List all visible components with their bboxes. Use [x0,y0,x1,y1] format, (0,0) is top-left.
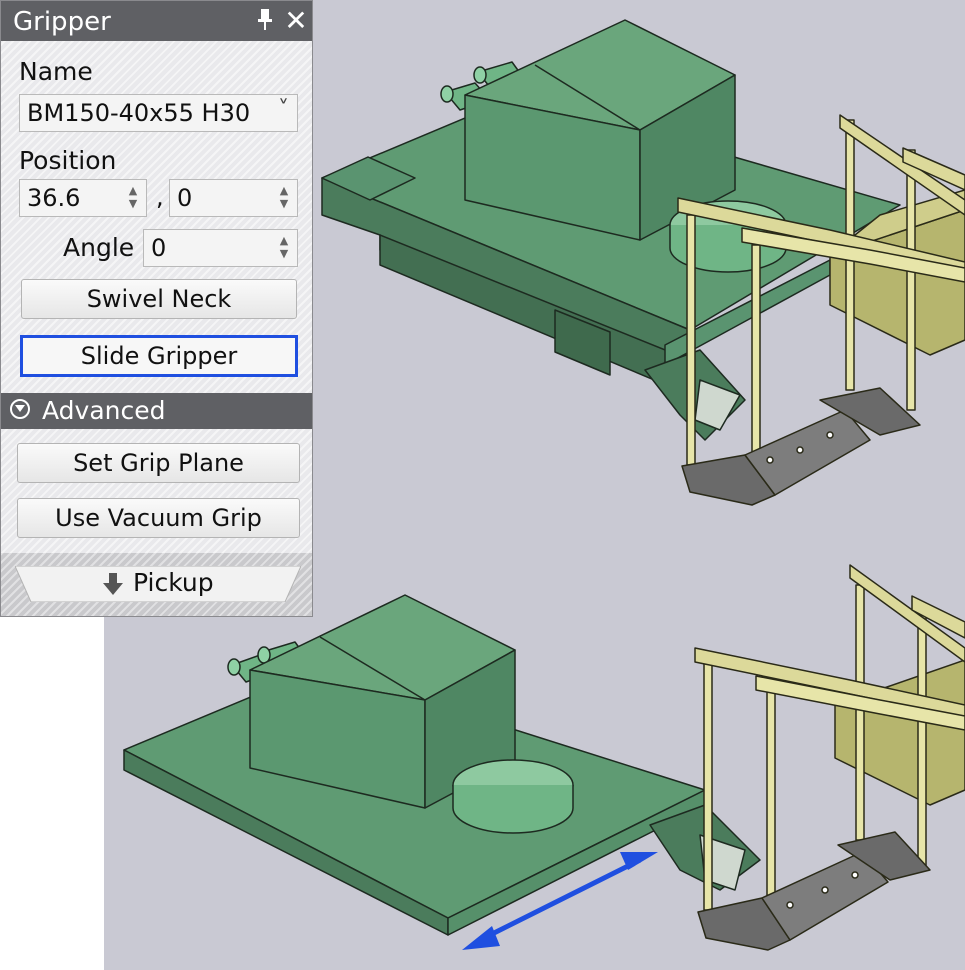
name-value: BM150-40x55 H30 [27,99,251,127]
swivel-neck-button[interactable]: Swivel Neck [21,279,297,319]
pickup-button[interactable]: Pickup [15,566,301,602]
advanced-section-header[interactable]: Advanced [1,393,312,429]
name-label: Name [19,57,93,86]
position-y-value: 0 [177,184,193,212]
panel-title: Gripper [13,7,111,37]
angle-value: 0 [151,234,167,262]
position-x-input[interactable]: 36.6 ▲ ▼ [19,179,147,217]
advanced-label: Advanced [42,396,166,425]
pickup-label: Pickup [133,568,214,597]
spinner-icon[interactable]: ▲ ▼ [126,184,140,212]
arrow-down-icon [101,571,125,597]
name-dropdown[interactable]: BM150-40x55 H30 ˅ [19,94,298,132]
position-x-value: 36.6 [27,184,81,212]
pin-icon[interactable] [255,6,275,34]
gripper-panel: Gripper ✕ Name BM150-40x55 H30 ˅ Positio… [0,0,313,617]
position-label: Position [19,146,117,175]
angle-input[interactable]: 0 ▲ ▼ [143,229,298,267]
set-grip-plane-button[interactable]: Set Grip Plane [17,443,300,483]
position-separator: , [156,183,164,211]
angle-label: Angle [63,233,135,262]
close-icon[interactable]: ✕ [283,4,309,37]
chevron-down-icon: ˅ [278,97,289,122]
use-vacuum-grip-button[interactable]: Use Vacuum Grip [17,498,300,538]
panel-titlebar: Gripper ✕ [1,1,312,41]
spinner-icon[interactable]: ▲ ▼ [277,234,291,262]
spinner-icon[interactable]: ▲ ▼ [277,184,291,212]
position-y-input[interactable]: 0 ▲ ▼ [169,179,298,217]
slide-gripper-button[interactable]: Slide Gripper [20,335,298,377]
collapse-circle-icon [10,399,30,419]
